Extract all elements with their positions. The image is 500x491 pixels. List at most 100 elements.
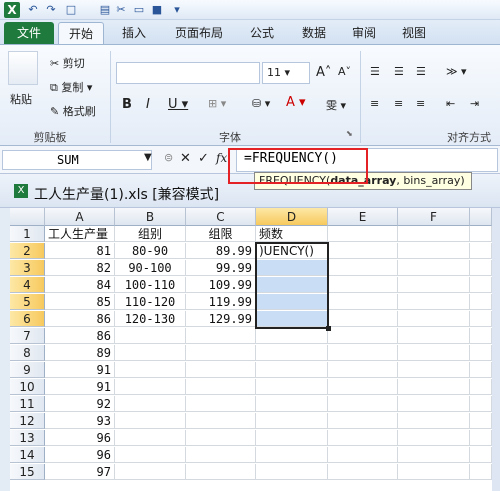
cell-b1[interactable]: 组别: [115, 226, 186, 242]
increase-indent-icon[interactable]: ⇥: [470, 97, 479, 110]
align-left-icon[interactable]: ≡: [370, 97, 379, 110]
italic-icon[interactable]: I: [146, 97, 150, 112]
paste-icon[interactable]: [8, 51, 38, 85]
cell-e8[interactable]: [328, 345, 398, 361]
new-doc-icon[interactable]: ▭: [132, 3, 146, 17]
cell-a4[interactable]: 84: [45, 277, 115, 293]
cell-f12[interactable]: [398, 413, 470, 429]
excel-app-icon[interactable]: X: [4, 2, 20, 18]
cell-b4[interactable]: 100-110: [115, 277, 186, 293]
cell-a3[interactable]: 82: [45, 260, 115, 276]
cell-a10[interactable]: 91: [45, 379, 115, 395]
cell-c15[interactable]: [186, 464, 256, 480]
cell-g3[interactable]: [470, 260, 492, 276]
cell-f4[interactable]: [398, 277, 470, 293]
cell-b3[interactable]: 90-100: [115, 260, 186, 276]
cell-a7[interactable]: 86: [45, 328, 115, 344]
column-header-c[interactable]: C: [186, 208, 256, 226]
cell-c11[interactable]: [186, 396, 256, 412]
border-icon[interactable]: ⊞ ▾: [208, 97, 226, 110]
cell-c3[interactable]: 99.99: [186, 260, 256, 276]
open-icon[interactable]: ▤: [98, 3, 112, 17]
cell-d15[interactable]: [256, 464, 328, 480]
cell-g2[interactable]: [470, 243, 492, 259]
undo-icon[interactable]: ↶: [26, 3, 40, 17]
cell-a8[interactable]: 89: [45, 345, 115, 361]
cell-d10[interactable]: [256, 379, 328, 395]
cell-f11[interactable]: [398, 396, 470, 412]
cell-g11[interactable]: [470, 396, 492, 412]
cell-b2[interactable]: 80-90: [115, 243, 186, 259]
cell-c12[interactable]: [186, 413, 256, 429]
insert-function-icon[interactable]: fx: [216, 151, 227, 165]
cell-f5[interactable]: [398, 294, 470, 310]
cell-a2[interactable]: 81: [45, 243, 115, 259]
column-header-next[interactable]: [470, 208, 492, 226]
customize-icon[interactable]: ▾: [170, 3, 184, 17]
row-header[interactable]: 11: [10, 396, 45, 412]
cell-a12[interactable]: 93: [45, 413, 115, 429]
cell-e12[interactable]: [328, 413, 398, 429]
cell-c7[interactable]: [186, 328, 256, 344]
phonetic-icon[interactable]: 雯 ▾: [326, 97, 346, 113]
cell-b12[interactable]: [115, 413, 186, 429]
cell-g10[interactable]: [470, 379, 492, 395]
cell-f1[interactable]: [398, 226, 470, 242]
font-color-icon[interactable]: A ▾: [286, 95, 306, 110]
bold-icon[interactable]: B: [122, 97, 132, 112]
cell-c8[interactable]: [186, 345, 256, 361]
cell-f15[interactable]: [398, 464, 470, 480]
cell-e7[interactable]: [328, 328, 398, 344]
cell-a6[interactable]: 86: [45, 311, 115, 327]
align-bottom-icon[interactable]: ☰: [416, 65, 426, 78]
cell-b6[interactable]: 120-130: [115, 311, 186, 327]
cell-d14[interactable]: [256, 447, 328, 463]
enter-icon[interactable]: ✓: [198, 151, 209, 166]
select-all-corner[interactable]: [10, 208, 45, 226]
cell-a5[interactable]: 85: [45, 294, 115, 310]
cell-f7[interactable]: [398, 328, 470, 344]
save-icon[interactable]: ■: [150, 3, 164, 17]
cell-c9[interactable]: [186, 362, 256, 378]
row-header[interactable]: 4: [10, 277, 45, 293]
row-header[interactable]: 13: [10, 430, 45, 446]
cell-c13[interactable]: [186, 430, 256, 446]
row-header[interactable]: 1: [10, 226, 45, 242]
cell-f6[interactable]: [398, 311, 470, 327]
row-header[interactable]: 9: [10, 362, 45, 378]
cell-e9[interactable]: [328, 362, 398, 378]
column-header-a[interactable]: A: [45, 208, 115, 226]
cell-g9[interactable]: [470, 362, 492, 378]
tab-page-layout[interactable]: 页面布局: [164, 22, 234, 44]
underline-icon[interactable]: U ▾: [168, 97, 188, 112]
cell-b10[interactable]: [115, 379, 186, 395]
cell-e2[interactable]: [328, 243, 398, 259]
cut-icon[interactable]: ✂: [114, 3, 128, 17]
tab-data[interactable]: 数据: [292, 22, 336, 44]
tab-file[interactable]: 文件: [4, 22, 54, 44]
cell-b11[interactable]: [115, 396, 186, 412]
cell-f2[interactable]: [398, 243, 470, 259]
row-header[interactable]: 15: [10, 464, 45, 480]
format-painter-button[interactable]: ✎ 格式刷: [50, 103, 96, 119]
cell-c5[interactable]: 119.99: [186, 294, 256, 310]
orientation-icon[interactable]: ≫ ▾: [446, 65, 467, 78]
cell-c10[interactable]: [186, 379, 256, 395]
name-box[interactable]: SUM: [2, 150, 152, 170]
cell-e6[interactable]: [328, 311, 398, 327]
cell-g5[interactable]: [470, 294, 492, 310]
cell-b14[interactable]: [115, 447, 186, 463]
tab-review[interactable]: 审阅: [342, 22, 386, 44]
row-header[interactable]: 5: [10, 294, 45, 310]
tab-view[interactable]: 视图: [392, 22, 436, 44]
row-header[interactable]: 2: [10, 243, 45, 259]
cell-g8[interactable]: [470, 345, 492, 361]
row-header[interactable]: 14: [10, 447, 45, 463]
cell-g14[interactable]: [470, 447, 492, 463]
fill-handle[interactable]: [326, 326, 331, 331]
tab-home[interactable]: 开始: [58, 22, 104, 44]
new-file-icon[interactable]: □: [64, 3, 78, 17]
name-box-dropdown-icon[interactable]: ▼: [144, 152, 152, 163]
cell-b9[interactable]: [115, 362, 186, 378]
row-header[interactable]: 8: [10, 345, 45, 361]
